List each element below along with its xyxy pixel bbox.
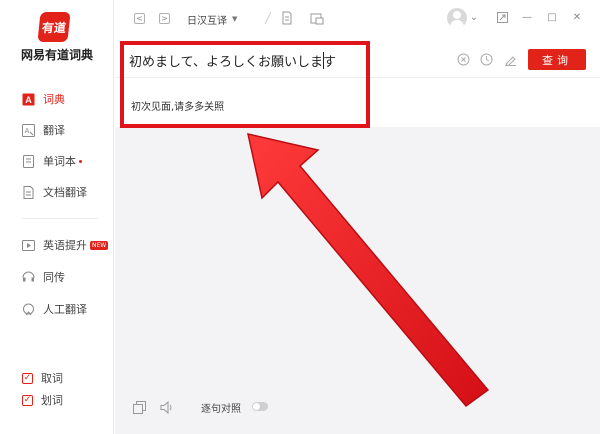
capture-word-toggle[interactable]: ✓ 取词 — [22, 369, 63, 387]
svg-text:A: A — [25, 128, 30, 135]
check-label: 划词 — [41, 394, 63, 407]
translation-text: 初次见面,请多多关照 — [131, 102, 225, 113]
search-bar: 查询 — [115, 42, 600, 78]
clear-icon[interactable] — [456, 52, 470, 66]
sidebar-item-label: 翻译 — [43, 124, 65, 137]
copy-icon[interactable] — [132, 400, 146, 414]
main-content: 初次见面,请多多关照 逐句对照 — [115, 79, 600, 434]
sidebar-divider — [22, 218, 98, 219]
language-select[interactable]: 日汉互译 ▼ — [187, 11, 237, 27]
history-icon[interactable] — [479, 52, 493, 66]
translation-result[interactable]: 初次见面,请多多关照 — [115, 79, 600, 127]
query-button[interactable]: 查询 — [528, 49, 586, 70]
avatar[interactable] — [447, 8, 467, 28]
divider-icon — [260, 10, 276, 26]
video-icon — [22, 239, 35, 252]
document-icon[interactable] — [279, 10, 295, 26]
translate-icon: A — [22, 123, 35, 137]
sentence-compare-toggle[interactable] — [252, 402, 268, 411]
sidebar-item-translate[interactable]: A 翻译 — [22, 120, 65, 140]
select-word-toggle[interactable]: ✓ 划词 — [22, 391, 63, 409]
user-menu-chevron-icon[interactable]: ⌄ — [467, 10, 481, 24]
checkbox-checked-icon[interactable]: ✓ — [22, 372, 33, 384]
sidebar-item-label: 同传 — [43, 271, 65, 284]
handwriting-icon[interactable] — [503, 52, 517, 66]
sidebar-item-human-translate[interactable]: 人工翻译 — [22, 299, 87, 319]
top-bar: < > 日汉互译 ▼ ⌄ — □ ✕ — [115, 0, 600, 40]
mini-mode-icon[interactable] — [495, 10, 509, 24]
sidebar-item-label: 词典 — [43, 93, 65, 106]
bottom-bar: 逐句对照 — [115, 394, 600, 420]
document-icon — [22, 185, 35, 199]
unread-dot — [79, 159, 82, 163]
checkbox-checked-icon[interactable]: ✓ — [22, 394, 33, 406]
language-label: 日汉互译 — [187, 15, 227, 27]
search-input[interactable] — [129, 50, 389, 70]
sidebar-item-interpretation[interactable]: 同传 — [22, 267, 65, 287]
sentence-compare-label: 逐句对照 — [201, 404, 241, 415]
speaker-icon[interactable] — [160, 400, 174, 414]
human-translate-icon — [22, 303, 35, 316]
sidebar-item-wordbook[interactable]: 单词本 — [22, 151, 82, 171]
back-button[interactable]: < — [134, 13, 145, 24]
forward-button[interactable]: > — [159, 13, 170, 24]
sidebar-item-label: 人工翻译 — [43, 303, 87, 316]
sidebar-item-label: 英语提升 — [43, 239, 87, 252]
app-logo: 有道 — [37, 12, 71, 42]
sidebar-item-document-translate[interactable]: 文档翻译 — [22, 182, 87, 202]
minimize-button[interactable]: — — [520, 10, 534, 24]
maximize-button[interactable]: □ — [545, 10, 559, 24]
wordbook-icon — [22, 154, 35, 168]
check-label: 取词 — [41, 372, 63, 385]
app-name: 网易有道词典 — [20, 48, 93, 62]
screenshot-icon[interactable] — [309, 10, 325, 26]
interpret-icon — [22, 271, 35, 284]
chevron-down-icon: ▼ — [232, 15, 238, 23]
sidebar-item-label: 文档翻译 — [43, 186, 87, 199]
sidebar-item-dictionary[interactable]: A 词典 — [22, 89, 65, 109]
close-button[interactable]: ✕ — [570, 10, 584, 24]
sidebar: 有道 网易有道词典 A 词典 A 翻译 单词本 文档翻译 英语提升 NEW 同传… — [0, 0, 114, 434]
dictionary-icon: A — [22, 93, 35, 106]
text-cursor — [323, 52, 324, 69]
sidebar-item-english-improve[interactable]: 英语提升 NEW — [22, 235, 109, 255]
svg-text:A: A — [25, 95, 32, 105]
sidebar-item-label: 单词本 — [43, 155, 76, 168]
new-badge: NEW — [90, 240, 109, 250]
